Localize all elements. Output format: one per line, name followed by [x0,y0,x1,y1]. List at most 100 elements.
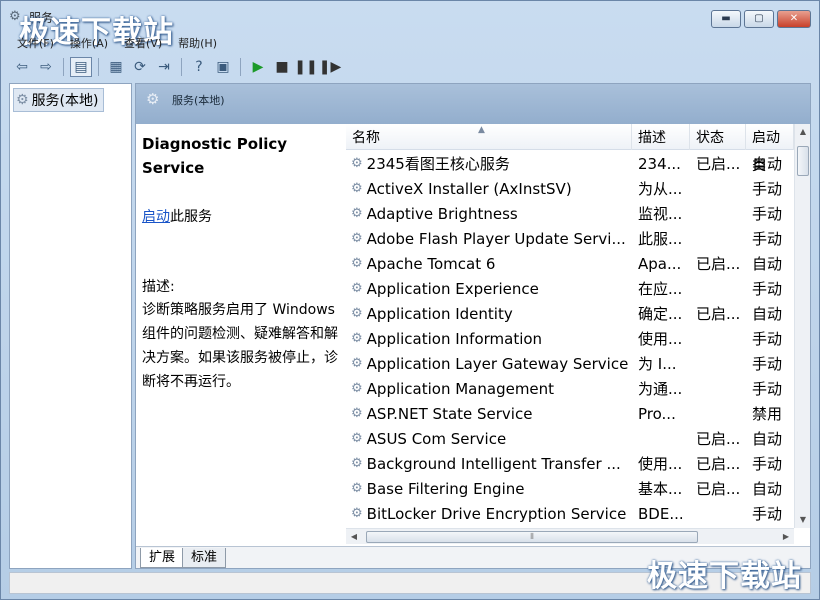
tab-standard[interactable]: 标准 [182,548,227,568]
service-description-cell: 使用... [638,455,683,473]
start-service-suffix: 此服务 [170,209,212,225]
toolbar-separator [63,58,64,76]
service-description-cell: 使用... [638,330,683,348]
pause-icon[interactable]: ❚❚ [294,57,317,77]
service-name-cell: ⚙ ASUS Com Service [346,430,632,448]
column-header-name[interactable]: 名称 ▲ [346,124,632,150]
start-service-link[interactable]: 启动 [142,209,170,225]
service-name: Application Information [366,329,543,348]
service-status-cell: 已启... [696,255,741,273]
service-name-cell: ⚙ Background Intelligent Transfer ... [346,455,632,473]
column-header-status[interactable]: 状态 [690,124,746,150]
scroll-down-icon[interactable]: ▼ [795,512,810,528]
maximize-button[interactable]: ▢ [744,10,774,28]
table-row[interactable]: ⚙ Application Management 为通... 手动 [346,376,794,401]
service-startup-cell: 自动 [752,305,783,323]
service-description-cell: 此服... [638,230,683,248]
tree-item-services-local[interactable]: ⚙ 服务(本地) [13,88,104,112]
view-icon[interactable]: ▣ [212,57,234,77]
console-tree-icon[interactable]: ▤ [70,57,92,77]
horizontal-scroll-thumb[interactable]: ⦀ [366,531,698,543]
gear-icon: ⚙ [351,506,363,521]
service-startup-cell: 手动 [752,455,783,473]
stop-icon[interactable]: ■ [271,57,293,77]
service-startup-cell: 自动 [752,480,783,498]
service-detail-panel: Diagnostic Policy Service 启动此服务 描述: 诊断策略… [136,124,346,544]
vertical-scrollbar[interactable]: ▲ ▼ [794,124,810,528]
table-row[interactable]: ⚙ ASUS Com Service 已启... 自动 [346,426,794,451]
vertical-scroll-thumb[interactable] [797,146,809,176]
service-description-cell: 基本... [638,480,683,498]
list-header: 名称 ▲ 描述 状态 启动类 [346,124,794,174]
restart-icon[interactable]: ❚▶ [319,57,342,77]
service-status-cell: 已启... [696,155,741,173]
table-row[interactable]: ⚙ Apache Tomcat 6 Apa... 已启... 自动 [346,251,794,276]
service-description-cell: 为从... [638,180,683,198]
gear-icon: ⚙ [146,90,160,108]
toolbar-separator [181,58,182,76]
help-icon[interactable]: ? [188,57,210,77]
service-name: Application Identity [366,304,513,323]
service-status-cell: 已启... [696,455,741,473]
tree-item-label: 服务(本地) [31,93,99,109]
gear-icon: ⚙ [351,456,363,471]
menu-help[interactable]: 帮助(H) [170,33,225,53]
table-row[interactable]: ⚙ Base Filtering Engine 基本... 已启... 自动 [346,476,794,501]
table-row[interactable]: ⚙ Application Experience 在应... 手动 [346,276,794,301]
gear-icon: ⚙ [351,231,363,246]
service-description-cell: 为通... [638,380,683,398]
service-name-cell: ⚙ Application Experience [346,280,632,298]
service-title: Diagnostic Policy Service [142,135,288,177]
service-startup-cell: 手动 [752,205,783,223]
service-startup-cell: 手动 [752,355,783,373]
gear-icon: ⚙ [351,256,363,271]
table-row[interactable]: ⚙ Application Information 使用... 手动 [346,326,794,351]
service-name: ASP.NET State Service [366,404,533,423]
service-name-cell: ⚙ Base Filtering Engine [346,480,632,498]
tab-extended[interactable]: 扩展 [140,548,185,568]
watermark-bottom: 极速下载站 [647,559,802,594]
table-row[interactable]: ⚙ Adobe Flash Player Update Servi... 此服...… [346,226,794,251]
table-row[interactable]: ⚙ Application Layer Gateway Service 为 I...… [346,351,794,376]
export-icon[interactable]: ⇥ [153,57,175,77]
service-name: Application Management [366,379,555,398]
service-name-cell: ⚙ Apache Tomcat 6 [346,255,632,273]
menu-bar: 文件(F) 操作(A) 查看(V) 帮助(H) [9,33,225,53]
scroll-right-icon[interactable]: ▶ [778,529,794,545]
table-row[interactable]: ⚙ 2345看图王核心服务 234... 已启... 自动 [346,151,794,176]
gear-icon: ⚙ [351,481,363,496]
start-icon[interactable]: ▶ [247,57,269,77]
gear-icon: ⚙ [351,431,363,446]
gear-icon: ⚙ [351,206,363,221]
service-name: Background Intelligent Transfer ... [366,454,621,473]
service-description-cell: Pro... [638,404,676,423]
sort-ascending-icon: ▲ [478,125,485,135]
refresh-icon[interactable]: ⟳ [129,57,151,77]
service-description-cell: 为 I... [638,355,677,373]
column-header-description[interactable]: 描述 [632,124,690,150]
menu-view[interactable]: 查看(V) [116,33,170,53]
gear-icon: ⚙ [351,381,363,396]
table-row[interactable]: ⚙ Background Intelligent Transfer ... 使用..… [346,451,794,476]
service-name: Application Layer Gateway Service [366,354,629,373]
pane-header: ⚙ 服务(本地) [136,84,810,124]
column-header-startup-type[interactable]: 启动类 [746,124,794,174]
table-row[interactable]: ⚙ Application Identity 确定... 已启... 自动 [346,301,794,326]
service-name-cell: ⚙ ASP.NET State Service [346,405,632,423]
forward-icon[interactable]: ⇨ [35,57,57,77]
scroll-left-icon[interactable]: ◀ [346,529,362,545]
close-button[interactable]: ✕ [777,10,811,28]
properties-icon[interactable]: ▦ [105,57,127,77]
table-row[interactable]: ⚙ ActiveX Installer (AxInstSV) 为从... 手动 [346,176,794,201]
table-row[interactable]: ⚙ Adaptive Brightness 监视... 手动 [346,201,794,226]
menu-file[interactable]: 文件(F) [9,33,62,53]
service-description: 诊断策略服务启用了 Windows 组件的问题检测、疑难解答和解决方案。如果该服… [142,302,338,390]
table-row[interactable]: ⚙ ASP.NET State Service Pro... 禁用 [346,401,794,426]
back-icon[interactable]: ⇦ [11,57,33,77]
horizontal-scrollbar[interactable]: ◀ ⦀ ▶ [346,528,794,544]
service-name: Base Filtering Engine [366,479,525,498]
table-row[interactable]: ⚙ BitLocker Drive Encryption Service BDE..… [346,501,794,526]
menu-action[interactable]: 操作(A) [62,33,116,53]
scroll-up-icon[interactable]: ▲ [795,124,810,140]
minimize-button[interactable]: ▬ [711,10,741,28]
